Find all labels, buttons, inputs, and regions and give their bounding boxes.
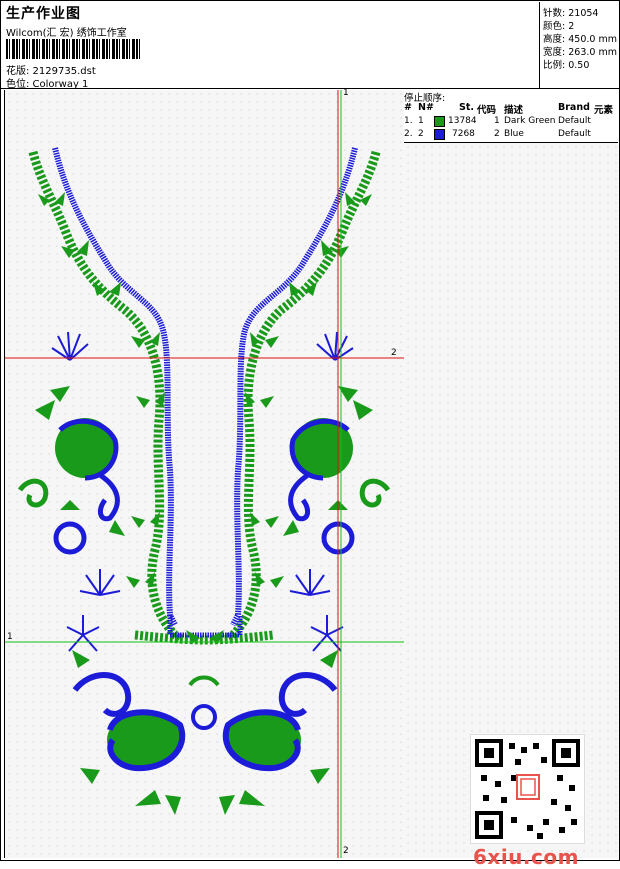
header-divider — [0, 88, 620, 89]
col-n: N# — [418, 102, 434, 113]
col-brand: Brand — [558, 102, 590, 113]
stat-colors: 颜色: 2 — [543, 21, 575, 32]
header-info: 生产作业图 Wilcom(汇 宏) 绣饰工作室 花版: 2129735.dst … — [2, 2, 539, 90]
stat-scale: 比例: 0.50 — [543, 60, 590, 71]
embroidery-design — [5, 90, 404, 858]
stat-height: 高度: 450.0 mm — [543, 34, 617, 45]
stat-stitches: 针数: 21054 — [543, 8, 599, 19]
site-watermark: 6xiu.com — [473, 845, 579, 869]
stats-box: 针数: 21054 颜色: 2 高度: 450.0 mm 宽度: 263.0 m… — [539, 2, 619, 88]
col-stitches: St. — [459, 102, 474, 113]
border-leaves — [38, 192, 372, 644]
neck-inner-u — [167, 615, 243, 638]
mid-rose-left — [17, 386, 125, 555]
col-element: 元素 — [594, 105, 614, 116]
mid-rose-right — [283, 386, 391, 555]
barcode — [6, 39, 142, 59]
axis-label-bottom: 2 — [343, 846, 349, 856]
stop-sequence-panel: 停止顺序: # N# St. 代码 描述 Brand 元素 1. 1 13784… — [404, 90, 618, 869]
color-swatch-blue — [434, 129, 445, 140]
design-canvas[interactable]: 1 2 2 1 — [4, 88, 405, 858]
qr-code[interactable] — [470, 734, 585, 844]
color-swatch-green — [434, 116, 445, 127]
sheet-title: 生产作业图 — [6, 6, 81, 22]
spiky-flowers — [51, 331, 354, 652]
axis-label-red-h: 2 — [391, 348, 397, 358]
bottom-motif — [72, 650, 338, 815]
axis-label-green-h: 1 — [7, 632, 13, 642]
panel-body: 6xiu.com — [404, 143, 618, 869]
col-code: 代码 — [477, 105, 497, 116]
col-hash: # — [404, 102, 412, 113]
stat-width: 宽度: 263.0 mm — [543, 47, 617, 58]
axis-label-top: 1 — [343, 88, 349, 98]
company-name: Wilcom(汇 宏) 绣饰工作室 — [6, 28, 127, 39]
col-desc: 描述 — [504, 105, 524, 116]
